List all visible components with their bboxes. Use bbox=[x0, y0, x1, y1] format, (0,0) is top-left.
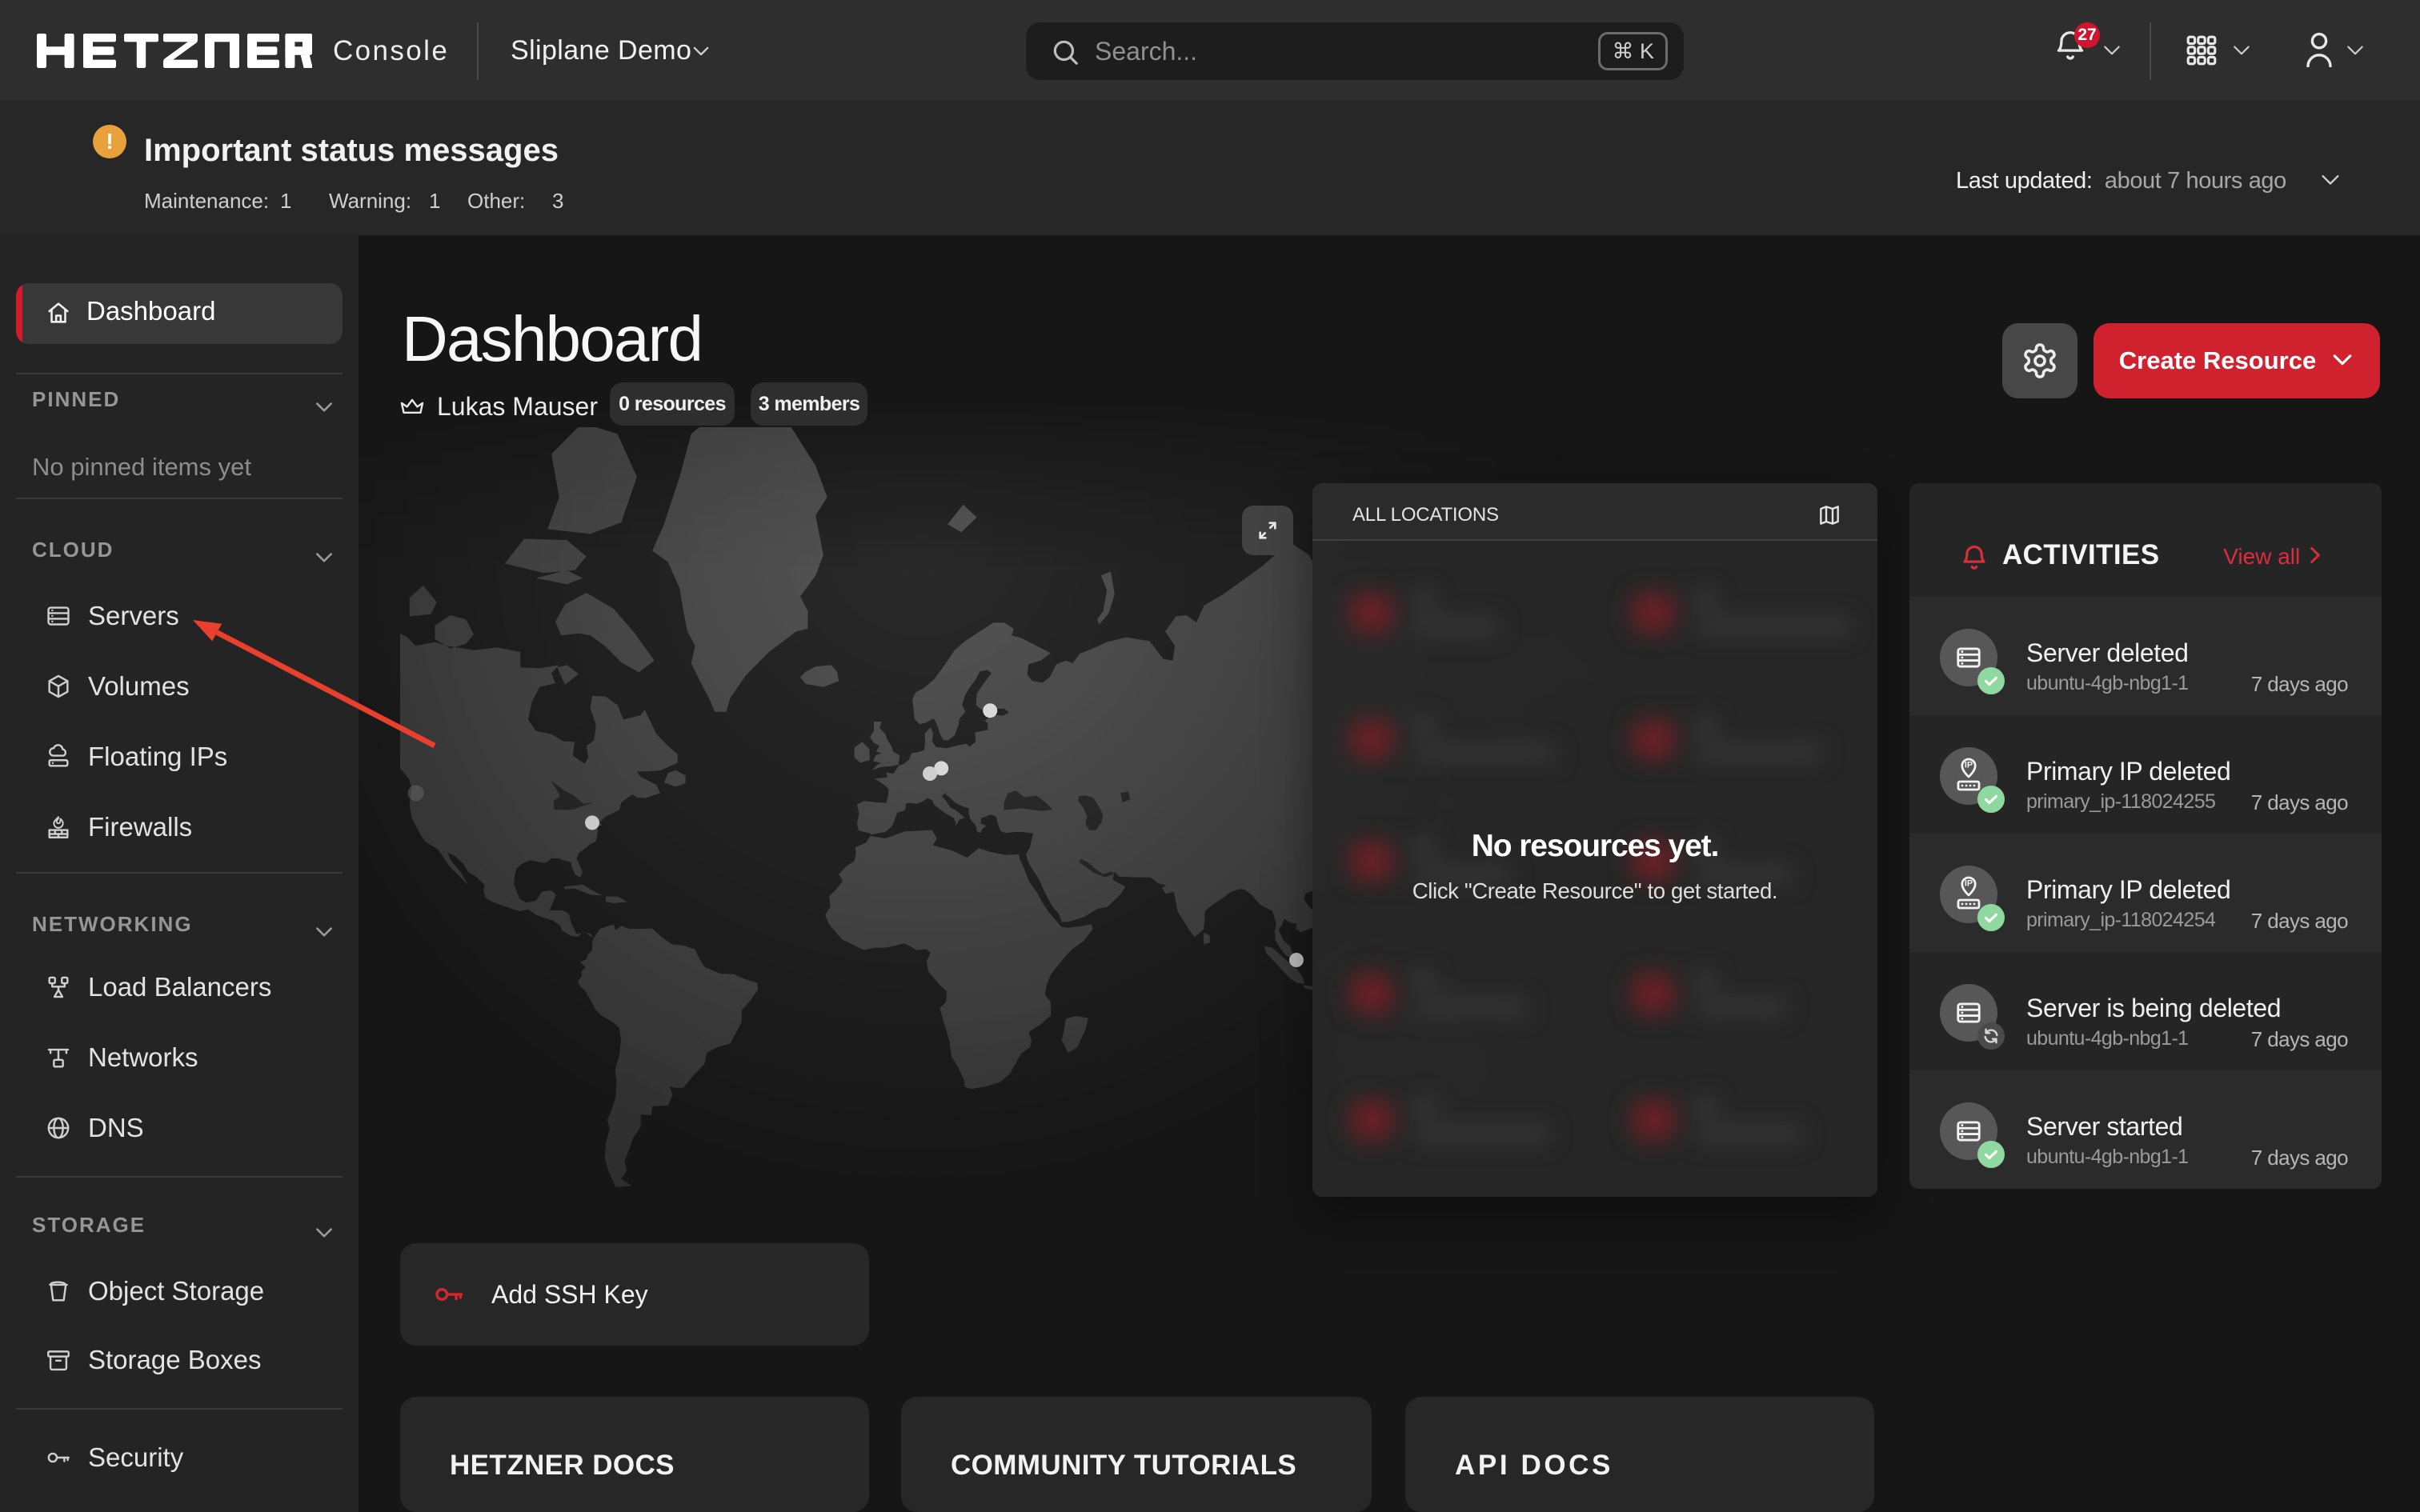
svg-text:IP: IP bbox=[1965, 761, 1973, 770]
svg-text:IP: IP bbox=[1965, 879, 1973, 889]
